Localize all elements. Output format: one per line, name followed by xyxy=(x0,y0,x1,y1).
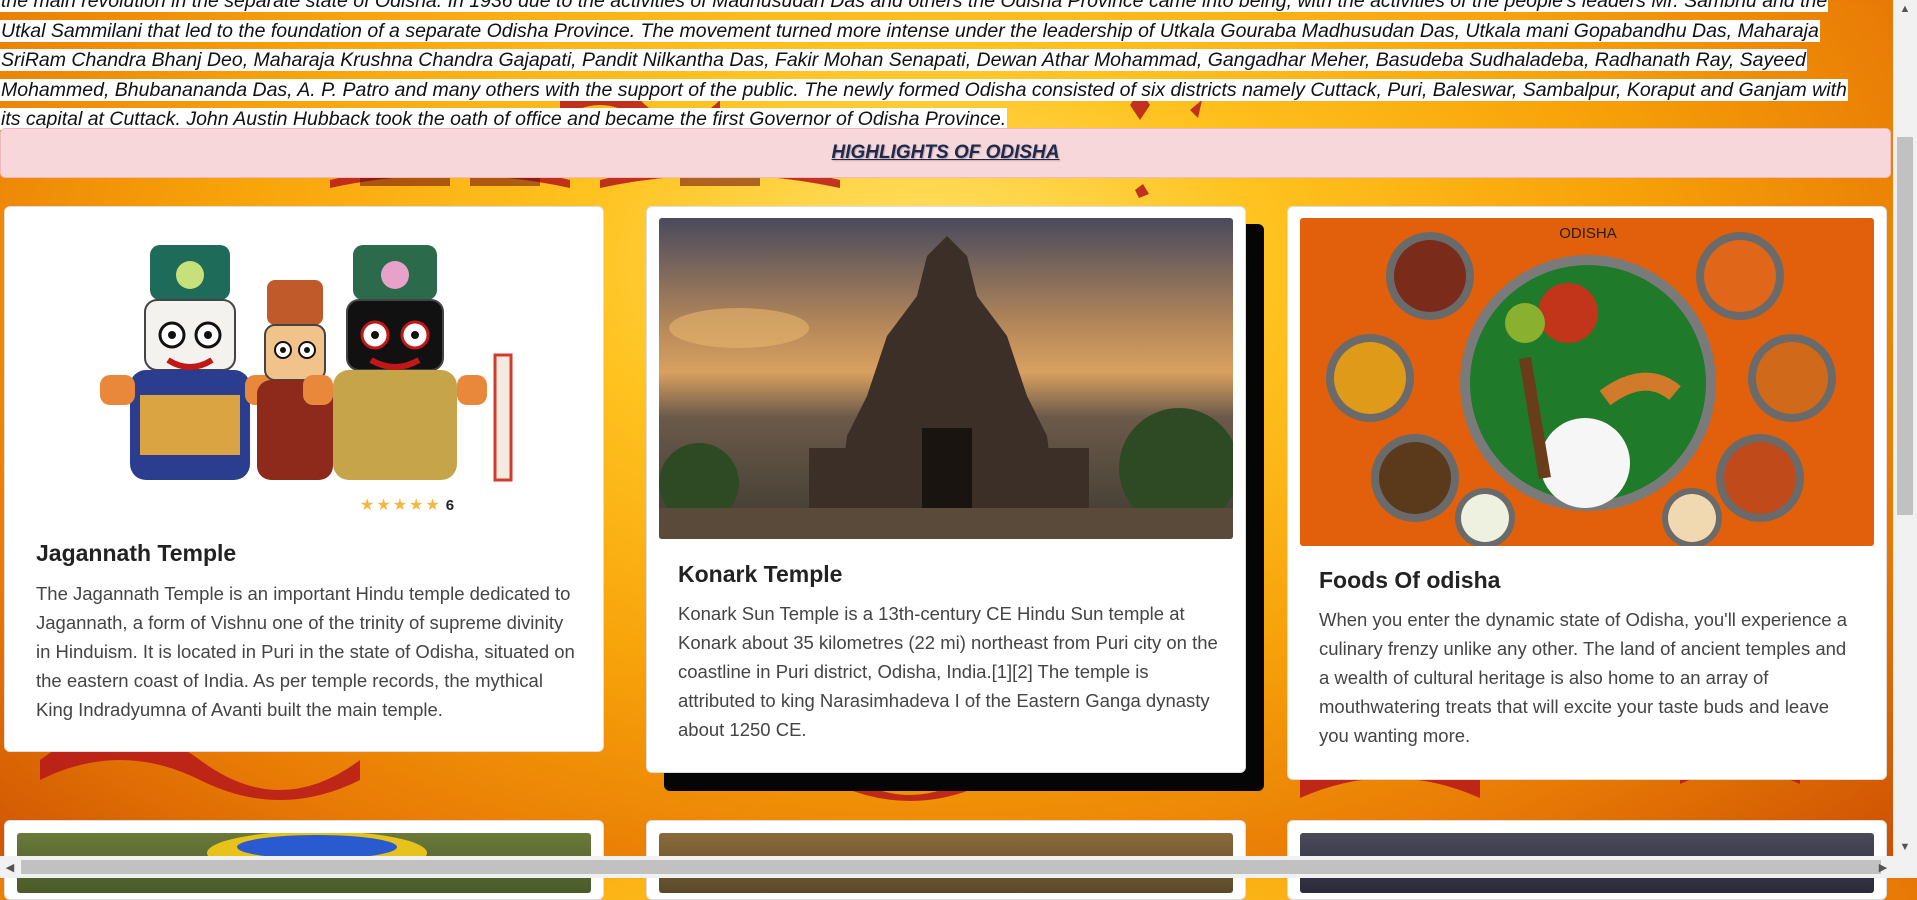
card-konark-temple[interactable]: Konark Temple Konark Sun Temple is a 13t… xyxy=(646,206,1246,773)
card-jagannath-temple[interactable]: ★ ★ ★ ★ ★ 6 Jagannath Temple The Jaganna… xyxy=(4,206,604,752)
star-rating: ★ ★ ★ ★ ★ 6 xyxy=(360,497,454,514)
intro-paragraph: the main revolution in the separate stat… xyxy=(0,0,1860,135)
horizontal-scrollbar[interactable]: ◀ ▶ xyxy=(0,856,1917,878)
card-description: When you enter the dynamic state of Odis… xyxy=(1319,609,1847,746)
rating-count: 6 xyxy=(445,497,455,514)
intro-section: the main revolution in the separate stat… xyxy=(0,0,1860,148)
vertical-scroll-thumb[interactable] xyxy=(1897,137,1913,515)
card-title: Foods Of odisha xyxy=(1319,567,1501,593)
vertical-scrollbar[interactable]: ▲ ▼ xyxy=(1893,0,1917,856)
highlights-title: HIGHLIGHTS OF ODISHA xyxy=(831,142,1060,163)
scroll-left-arrow-icon[interactable]: ◀ xyxy=(0,856,20,878)
scroll-down-arrow-icon[interactable]: ▼ xyxy=(1893,838,1917,856)
foods-image-caption: ODISHA xyxy=(1559,225,1617,242)
star-icon: ★ xyxy=(409,496,424,514)
star-icon: ★ xyxy=(376,496,391,514)
scroll-right-arrow-icon[interactable]: ▶ xyxy=(1873,856,1893,878)
star-icon: ★ xyxy=(425,496,440,514)
foods-image: ODISHA xyxy=(1300,218,1874,546)
card-title: Konark Temple xyxy=(678,561,843,587)
scroll-up-arrow-icon[interactable]: ▲ xyxy=(1893,0,1917,18)
card-foods-of-odisha[interactable]: ODISHA Foods Of odisha When you enter th… xyxy=(1287,206,1887,780)
star-icon: ★ xyxy=(360,496,375,514)
star-icon: ★ xyxy=(392,496,408,514)
horizontal-scroll-thumb[interactable] xyxy=(21,860,1881,874)
card-description: Konark Sun Temple is a 13th-century CE H… xyxy=(678,603,1218,740)
konark-image xyxy=(659,218,1233,539)
highlights-header: HIGHLIGHTS OF ODISHA xyxy=(0,128,1891,178)
card-description: The Jagannath Temple is an important Hin… xyxy=(36,583,575,720)
card-title: Jagannath Temple xyxy=(36,540,237,566)
jagannath-image xyxy=(5,225,603,515)
